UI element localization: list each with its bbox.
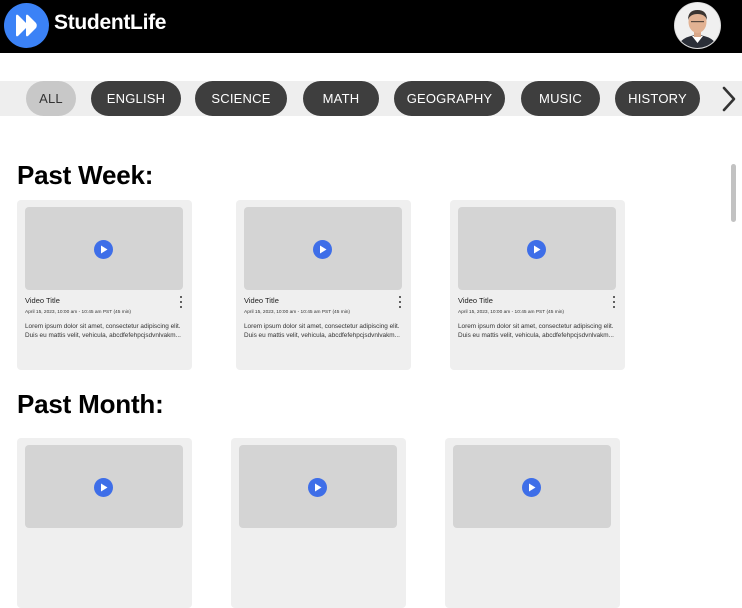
scrollbar[interactable]	[731, 164, 736, 222]
video-thumbnail[interactable]	[458, 207, 616, 290]
play-icon[interactable]	[94, 478, 113, 497]
play-icon[interactable]	[94, 240, 113, 259]
video-card[interactable]	[17, 438, 192, 608]
video-card[interactable]: Video Title April 15, 2023, 10:00 am - 1…	[17, 200, 192, 370]
play-icon[interactable]	[308, 478, 327, 497]
video-card[interactable]	[231, 438, 406, 608]
category-chip-all[interactable]: ALL	[26, 81, 76, 116]
video-thumbnail[interactable]	[239, 445, 397, 528]
category-chip-geography[interactable]: GEOGRAPHY	[394, 81, 505, 116]
video-thumbnail[interactable]	[453, 445, 611, 528]
category-bar: ALL ENGLISH SCIENCE MATH GEOGRAPHY MUSIC…	[0, 81, 742, 116]
video-card[interactable]: Video Title April 15, 2023, 10:00 am - 1…	[236, 200, 411, 370]
video-meta: April 15, 2023, 10:00 am - 10:45 am PST …	[244, 310, 351, 315]
category-chip-math[interactable]: MATH	[303, 81, 379, 116]
video-meta: April 15, 2023, 10:00 am - 10:45 am PST …	[25, 310, 132, 315]
category-chip-science[interactable]: SCIENCE	[195, 81, 287, 116]
more-options-icon[interactable]	[610, 296, 618, 308]
more-options-icon[interactable]	[396, 296, 404, 308]
video-title: Video Title	[244, 296, 279, 305]
video-description: Lorem ipsum dolor sit amet, consectetur …	[458, 323, 614, 339]
app-header: StudentLife	[0, 0, 742, 53]
video-meta: April 15, 2023, 10:00 am - 10:45 am PST …	[458, 310, 565, 315]
video-title: Video Title	[458, 296, 493, 305]
video-card[interactable]: Video Title April 15, 2023, 10:00 am - 1…	[450, 200, 625, 370]
app-title: StudentLife	[54, 11, 167, 34]
category-chip-history[interactable]: HISTORY	[615, 81, 700, 116]
video-description: Lorem ipsum dolor sit amet, consectetur …	[25, 323, 181, 339]
category-chip-english[interactable]: ENGLISH	[91, 81, 181, 116]
video-thumbnail[interactable]	[25, 445, 183, 528]
video-thumbnail[interactable]	[25, 207, 183, 290]
video-title: Video Title	[25, 296, 60, 305]
category-chip-music[interactable]: MUSIC	[521, 81, 600, 116]
section-title-past-week: Past Week:	[17, 160, 154, 190]
fast-forward-icon[interactable]	[4, 3, 49, 48]
video-thumbnail[interactable]	[244, 207, 402, 290]
chevron-right-icon[interactable]	[716, 81, 742, 116]
play-icon[interactable]	[527, 240, 546, 259]
more-options-icon[interactable]	[177, 296, 185, 308]
avatar[interactable]	[675, 3, 720, 48]
video-card[interactable]	[445, 438, 620, 608]
section-title-past-month: Past Month:	[17, 389, 164, 419]
play-icon[interactable]	[522, 478, 541, 497]
video-description: Lorem ipsum dolor sit amet, consectetur …	[244, 323, 400, 339]
play-icon[interactable]	[313, 240, 332, 259]
